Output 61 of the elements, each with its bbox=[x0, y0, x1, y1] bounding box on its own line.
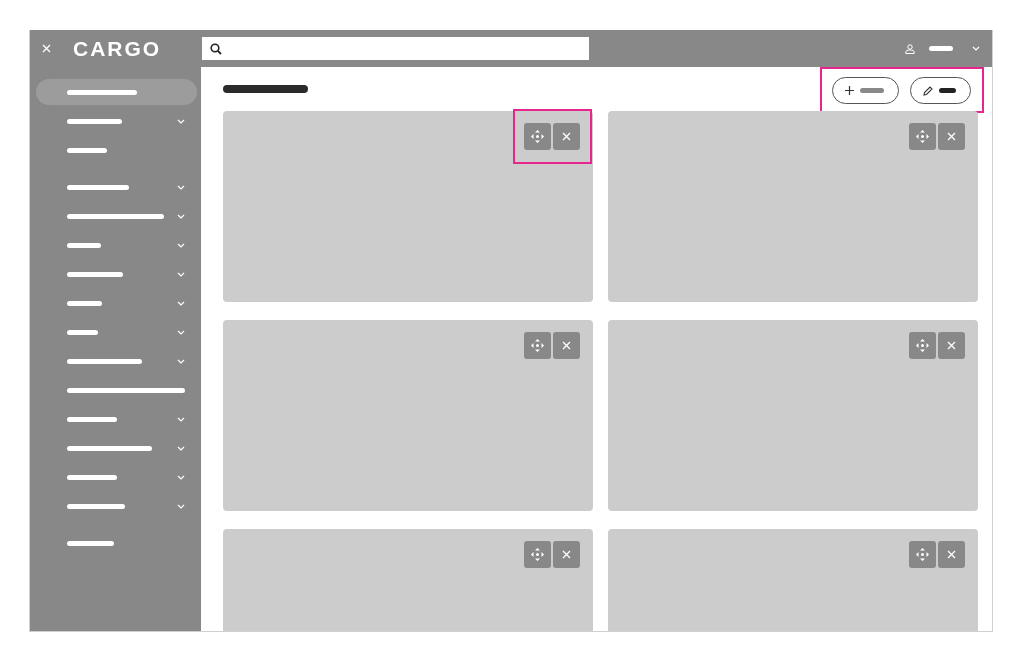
close-icon[interactable] bbox=[42, 44, 51, 53]
close-button[interactable] bbox=[553, 541, 580, 568]
chevron-down-icon bbox=[972, 46, 980, 51]
text-placeholder bbox=[67, 474, 117, 480]
close-icon bbox=[562, 341, 571, 350]
search-field[interactable] bbox=[202, 37, 589, 60]
text-placeholder bbox=[67, 416, 117, 422]
text-placeholder bbox=[67, 118, 122, 124]
text-placeholder bbox=[67, 329, 98, 335]
close-button[interactable] bbox=[553, 332, 580, 359]
text-placeholder bbox=[67, 271, 123, 277]
move-arrows-icon bbox=[531, 548, 544, 561]
text-placeholder bbox=[67, 184, 129, 190]
text-placeholder bbox=[67, 242, 101, 248]
chevron-down-icon bbox=[177, 416, 185, 422]
close-icon bbox=[947, 550, 956, 559]
move-arrows-icon bbox=[531, 130, 544, 143]
move-button[interactable] bbox=[909, 123, 936, 150]
logo-text: CARGO bbox=[73, 36, 162, 61]
close-icon bbox=[562, 132, 571, 141]
close-button[interactable] bbox=[938, 541, 965, 568]
close-button[interactable] bbox=[938, 123, 965, 150]
chevron-down-icon bbox=[177, 358, 185, 364]
move-arrows-icon bbox=[916, 548, 929, 561]
close-button[interactable] bbox=[938, 332, 965, 359]
text-placeholder bbox=[67, 89, 137, 95]
text-placeholder bbox=[67, 503, 125, 509]
chevron-down-icon bbox=[177, 329, 185, 335]
move-button[interactable] bbox=[524, 123, 551, 150]
chevron-down-icon bbox=[177, 242, 185, 248]
close-icon bbox=[947, 132, 956, 141]
chevron-down-icon bbox=[177, 213, 185, 219]
chevron-down-icon bbox=[177, 184, 185, 190]
move-button[interactable] bbox=[524, 332, 551, 359]
chevron-down-icon bbox=[177, 118, 185, 124]
chevron-down-icon bbox=[177, 474, 185, 480]
text-placeholder bbox=[67, 540, 114, 546]
move-button[interactable] bbox=[524, 541, 551, 568]
user-icon[interactable] bbox=[905, 43, 915, 54]
text-placeholder bbox=[67, 300, 102, 306]
move-arrows-icon bbox=[916, 130, 929, 143]
text-placeholder bbox=[860, 88, 884, 93]
move-arrows-icon bbox=[916, 339, 929, 352]
chevron-down-icon bbox=[177, 503, 185, 509]
pencil-icon bbox=[923, 85, 933, 96]
text-placeholder bbox=[929, 46, 953, 51]
chevron-down-icon bbox=[177, 271, 185, 277]
sidebar-item[interactable] bbox=[36, 79, 197, 105]
move-button[interactable] bbox=[909, 332, 936, 359]
chevron-down-icon bbox=[177, 445, 185, 451]
chevron-down-icon bbox=[177, 300, 185, 306]
user-menu[interactable] bbox=[929, 46, 980, 51]
search-icon bbox=[210, 42, 222, 55]
plus-icon bbox=[845, 86, 854, 95]
close-icon bbox=[947, 341, 956, 350]
move-arrows-icon bbox=[531, 339, 544, 352]
close-button[interactable] bbox=[553, 123, 580, 150]
move-button[interactable] bbox=[909, 541, 936, 568]
close-icon bbox=[562, 550, 571, 559]
text-placeholder bbox=[939, 88, 956, 93]
text-placeholder bbox=[67, 147, 107, 153]
